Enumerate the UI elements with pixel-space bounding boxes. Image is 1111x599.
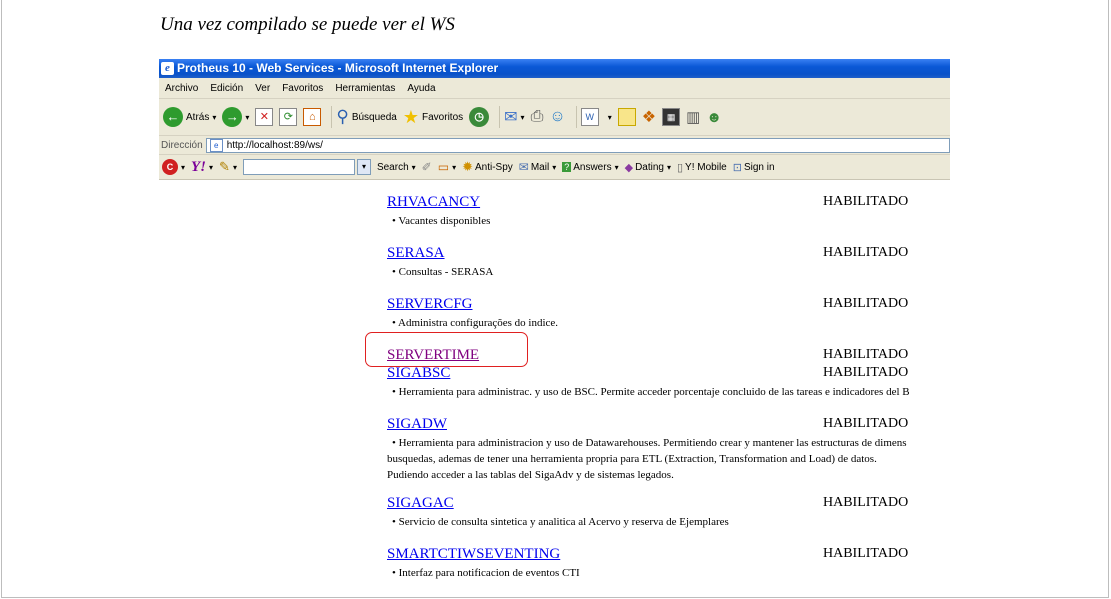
toolbar-separator	[575, 106, 577, 128]
yahoo-search-button[interactable]: Search ▾	[377, 162, 416, 173]
address-label: Dirección	[161, 139, 203, 151]
service-status: HABILITADO	[823, 365, 909, 380]
browser-window: e Protheus 10 - Web Services - Microsoft…	[159, 59, 950, 585]
home-icon[interactable]: ⌂	[303, 108, 322, 126]
yahoo-toolbar: C ▾ Y! ▾ ✎ ▾ ▾ Search ▾ ✐ ▭ ▾ ✹ Anti-Spy ✉ Mail…	[159, 155, 950, 180]
address-url[interactable]: http://localhost:89/ws/	[227, 140, 323, 151]
toolbar-separator	[499, 106, 501, 128]
history-icon[interactable]: ◷	[469, 107, 490, 127]
service-status: HABILITADO	[823, 416, 909, 431]
left-gutter	[159, 188, 379, 585]
mobile-button[interactable]: ▯ Y! Mobile	[677, 161, 727, 174]
chevron-down-icon[interactable]: ▾	[356, 159, 371, 175]
service-description: • Interfaz para notificacion de eventos …	[392, 567, 580, 579]
word-icon[interactable]: W	[580, 108, 599, 126]
service-status: HABILITADO	[823, 495, 909, 510]
service-link[interactable]: SERASA	[387, 245, 445, 262]
answers-icon: ?	[562, 162, 572, 172]
answers-button[interactable]: ? Answers ▾	[562, 162, 619, 173]
phone-icon: ▯	[676, 161, 684, 174]
magnifier-icon: ⚲	[336, 107, 349, 126]
service-description: • Consultas - SERASA	[392, 266, 494, 278]
page-content: RHVACANCY HABILITADO • Vacantes disponib…	[159, 188, 950, 585]
signin-icon: ⊡	[732, 161, 742, 174]
forward-button[interactable]: → ▾	[222, 107, 249, 127]
back-button[interactable]: ← Atrás ▾	[163, 107, 216, 127]
star-icon: ★	[402, 106, 420, 127]
chevron-down-icon[interactable]: ▾	[212, 113, 216, 122]
yahoo-compass-icon[interactable]: C ▾	[162, 159, 185, 175]
menu-edicion[interactable]: Edición	[204, 83, 249, 94]
chevron-down-icon[interactable]: ▾	[245, 113, 249, 122]
service-link[interactable]: RHVACANCY	[387, 194, 480, 211]
qr-icon[interactable]: ▦	[662, 108, 681, 126]
toolbar-separator	[331, 106, 333, 128]
service-description: • Herramienta para administracion y uso …	[387, 437, 907, 481]
service-status: HABILITADO	[823, 296, 909, 311]
service-status: HABILITADO	[823, 245, 909, 260]
favorites-button[interactable]: ★ Favoritos	[403, 107, 463, 128]
envelope-icon: ✉	[518, 160, 529, 174]
standard-toolbar: ← Atrás ▾ → ▾ ✕ ⟳ ⌂ ⚲ Búsqueda ★ Favorit…	[159, 99, 950, 136]
ie-logo-icon: e	[161, 62, 174, 75]
service-link[interactable]: SIGABSC	[387, 365, 450, 382]
service-link[interactable]: SIGADW	[387, 416, 447, 433]
yahoo-logo-icon[interactable]: Y! ▾	[191, 159, 213, 176]
antispy-button[interactable]: ✹ Anti-Spy	[462, 159, 513, 175]
research-icon[interactable]: ❖	[642, 107, 656, 127]
highlighter-icon[interactable]: ✎ ▾	[219, 159, 237, 175]
page-icon: e	[209, 138, 223, 152]
service-link[interactable]: SMARTCTIWSEVENTING	[387, 546, 560, 563]
service-description: • Administra configurações do indice.	[392, 317, 559, 329]
address-bar: Dirección e http://localhost:89/ws/	[159, 136, 950, 155]
menu-ayuda[interactable]: Ayuda	[401, 83, 441, 94]
service-link[interactable]: SERVERCFG	[387, 296, 473, 313]
stop-icon[interactable]: ✕	[255, 108, 274, 126]
service-status: HABILITADO	[823, 194, 909, 209]
menu-herramientas[interactable]: Herramientas	[329, 83, 401, 94]
antispy-icon: ✹	[462, 159, 473, 174]
note-icon[interactable]	[617, 108, 636, 126]
document-caption: Una vez compilado se puede ver el WS	[160, 14, 455, 35]
search-button[interactable]: ⚲ Búsqueda	[336, 107, 397, 127]
refresh-icon[interactable]: ⟳	[279, 108, 298, 126]
signin-button[interactable]: ⊡ Sign in	[733, 161, 775, 174]
menu-favoritos[interactable]: Favoritos	[276, 83, 329, 94]
chevron-down-icon[interactable]: ▾	[608, 113, 612, 122]
yahoo-search-input[interactable]	[242, 159, 355, 175]
mail-icon[interactable]: ✉ ▾	[504, 107, 524, 127]
menu-ver[interactable]: Ver	[249, 83, 276, 94]
window-title: Protheus 10 - Web Services - Microsoft I…	[177, 61, 499, 75]
service-status: HABILITADO	[823, 347, 909, 362]
menu-archivo[interactable]: Archivo	[159, 83, 204, 94]
forward-arrow-icon: →	[222, 107, 243, 127]
back-arrow-icon: ←	[163, 107, 183, 127]
menu-bar: Archivo Edición Ver Favoritos Herramient…	[159, 78, 950, 99]
print-icon[interactable]: ⎙	[531, 108, 544, 126]
dating-button[interactable]: ◆ Dating ▾	[625, 161, 671, 174]
title-bar[interactable]: e Protheus 10 - Web Services - Microsoft…	[159, 59, 950, 78]
messenger-icon[interactable]: ☺	[549, 108, 565, 126]
popup-blocker-icon[interactable]: ▭ ▾	[438, 160, 456, 174]
service-description: • Servicio de consulta sintetica y anali…	[392, 516, 729, 528]
users-icon[interactable]: ☻	[706, 109, 722, 126]
service-status: HABILITADO	[823, 546, 909, 561]
service-description: • Herramienta para administrac. y uso de…	[392, 386, 910, 398]
pencil-icon[interactable]: ✐	[422, 160, 432, 174]
address-field[interactable]: e http://localhost:89/ws/	[205, 137, 950, 153]
bookshelf-icon[interactable]: ▥	[686, 108, 700, 126]
mail-button[interactable]: ✉ Mail ▾	[519, 160, 556, 174]
service-link[interactable]: SIGAGAC	[387, 495, 454, 512]
heart-icon: ◆	[624, 161, 634, 174]
highlight-annotation	[365, 332, 528, 367]
service-description: • Vacantes disponibles	[392, 215, 491, 227]
